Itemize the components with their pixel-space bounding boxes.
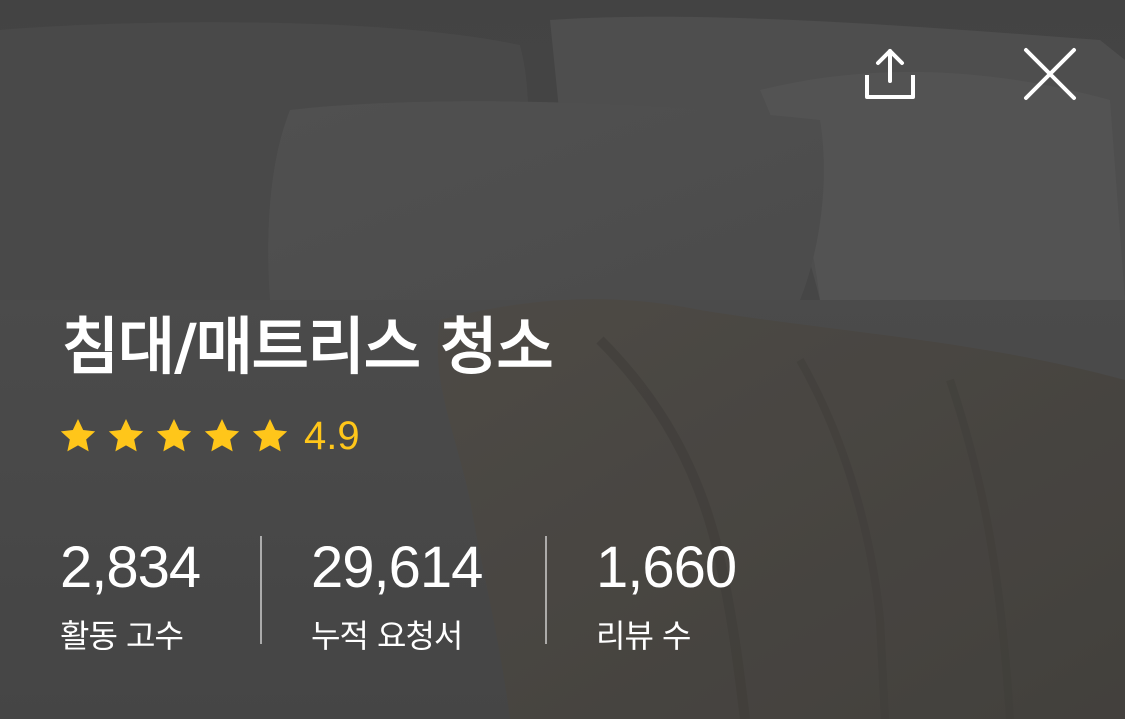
rating: 4.9 [58,412,360,460]
star-icon [156,419,192,452]
stat-label: 누적 요청서 [311,617,463,655]
close-button[interactable] [1018,44,1082,108]
close-icon [1021,45,1079,107]
stat-divider [260,536,262,644]
stat-divider [545,536,547,644]
stats-row: 2,834 활동 고수 29,614 누적 요청서 1,660 리뷰 수 [0,530,1125,660]
share-button[interactable] [858,44,922,108]
stat-active-pros: 2,834 활동 고수 [60,530,201,658]
star-rating [58,416,298,456]
category-hero: 침대/매트리스 청소 4.9 2,834 활동 고수 29,614 누적 요청서… [0,0,1125,719]
stat-label: 활동 고수 [60,617,184,655]
stat-review-count: 1,660 리뷰 수 [596,530,737,658]
star-icon [252,419,288,452]
star-icon [204,419,240,452]
stat-value: 1,660 [596,535,737,600]
star-icon [60,419,96,452]
stat-total-requests: 29,614 누적 요청서 [311,530,483,658]
page-title: 침대/매트리스 청소 [62,310,554,383]
share-icon [861,45,919,107]
stat-value: 2,834 [60,535,201,600]
star-icon [108,419,144,452]
stat-value: 29,614 [311,535,483,600]
stat-label: 리뷰 수 [596,617,692,655]
rating-value: 4.9 [304,414,360,458]
